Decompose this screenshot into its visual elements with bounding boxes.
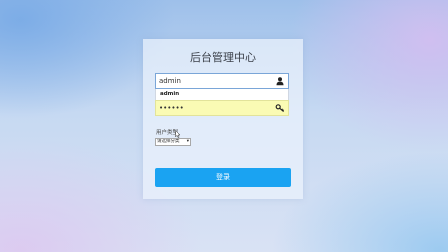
mouse-cursor-icon bbox=[175, 130, 181, 138]
user-type-selected-value: 请选择分类 bbox=[157, 139, 180, 144]
user-type-select[interactable]: 请选择分类 ▾ bbox=[155, 138, 191, 146]
username-input[interactable] bbox=[159, 75, 271, 87]
login-panel: 后台管理中心 admin 用户类型 请选择分类 ▾ 登录 bbox=[143, 39, 303, 199]
password-input[interactable] bbox=[159, 102, 271, 114]
password-field[interactable] bbox=[155, 100, 289, 116]
user-icon bbox=[276, 77, 284, 86]
page-title: 后台管理中心 bbox=[190, 51, 256, 64]
login-button[interactable]: 登录 bbox=[155, 168, 291, 187]
key-icon bbox=[275, 104, 284, 113]
autocomplete-suggestion[interactable]: admin bbox=[155, 89, 289, 100]
username-field[interactable] bbox=[155, 73, 289, 89]
chevron-down-icon: ▾ bbox=[186, 139, 189, 144]
